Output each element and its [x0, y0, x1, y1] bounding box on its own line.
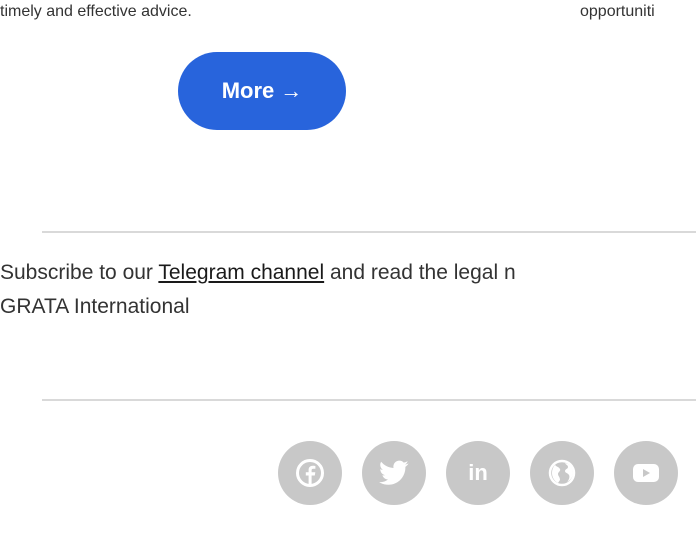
globe-glyph — [548, 459, 576, 487]
youtube-icon[interactable] — [614, 441, 678, 505]
facebook-glyph — [296, 459, 324, 487]
facebook-icon[interactable] — [278, 441, 342, 505]
top-left-text: timely and effective advice. — [0, 3, 192, 20]
twitter-icon[interactable] — [362, 441, 426, 505]
divider-top — [42, 231, 696, 233]
subscribe-prefix: Subscribe to our — [0, 261, 159, 284]
twitter-glyph — [379, 460, 409, 485]
website-globe-icon[interactable] — [530, 441, 594, 505]
arrow-right-icon: → — [280, 78, 303, 103]
subscribe-line-2: GRATA International — [0, 295, 190, 318]
subscribe-line-1: Subscribe to our Telegram channel and re… — [0, 256, 516, 290]
divider-bottom — [42, 399, 696, 401]
more-button-label: More — [221, 78, 275, 103]
more-button[interactable]: More → — [178, 52, 346, 130]
subscribe-suffix: and read the legal n — [324, 261, 516, 284]
youtube-glyph — [633, 464, 659, 482]
linkedin-icon[interactable]: in — [446, 441, 510, 505]
page: timely and effective advice. opportuniti… — [0, 0, 696, 544]
social-links: in — [278, 441, 678, 505]
top-right-text: opportuniti — [580, 3, 655, 20]
subscribe-text: Subscribe to our Telegram channel and re… — [0, 256, 516, 324]
linkedin-glyph: in — [468, 460, 488, 485]
telegram-channel-link[interactable]: Telegram channel — [158, 261, 324, 284]
